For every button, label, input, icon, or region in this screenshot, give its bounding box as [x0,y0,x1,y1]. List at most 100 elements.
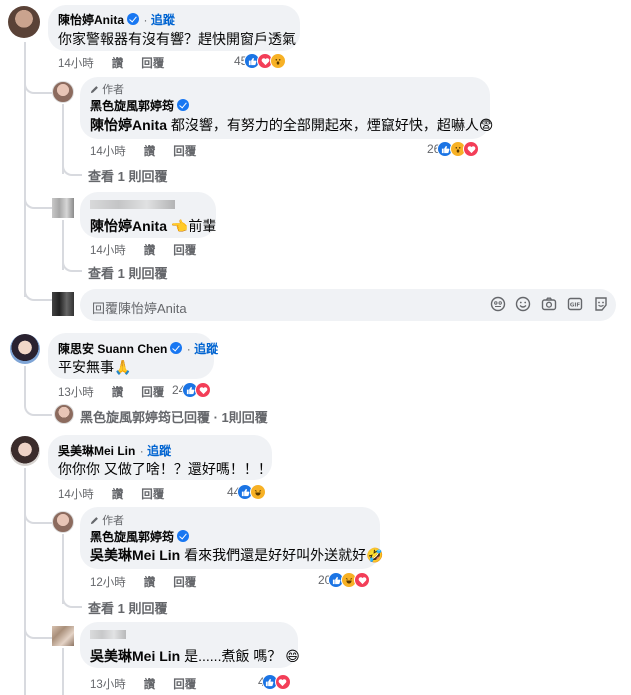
commenter-name[interactable]: 陳思安 Suann Chen [58,342,167,356]
author-badge: 作者 [90,81,124,97]
love-reaction-icon [274,674,291,690]
sticker-icon[interactable] [593,296,609,312]
avatar-blurred[interactable] [52,198,74,218]
composer-placeholder[interactable]: 回覆陳怡婷Anita [92,298,187,317]
thread-line [62,648,64,695]
reply-header: 黑色旋風郭婷筠 [90,528,190,546]
reply-button[interactable]: 回覆 [141,489,164,501]
avatar-author[interactable] [52,81,74,103]
replier-name[interactable]: 黑色旋風郭婷筠 [90,99,174,113]
emoji-icon[interactable] [515,296,531,312]
mention-link[interactable]: 陳怡婷Anita [90,117,167,133]
love-reaction-icon [195,382,212,398]
thread-connector [24,400,52,416]
comment-header: 陳怡婷Anita · 追蹤 [58,13,175,27]
follow-button[interactable]: 追蹤 [194,342,218,356]
like-button[interactable]: 讚 [144,245,156,257]
comment-header: 吳美琳Mei Lin · 追蹤 [58,444,172,458]
avatar-suann[interactable] [10,334,40,364]
blurred-name [90,200,175,209]
avatar-author[interactable] [54,404,74,424]
replied-summary-link[interactable]: 黑色旋風郭婷筠已回覆 · 1則回覆 [80,407,268,426]
comment-time[interactable]: 14小時 [58,58,94,70]
comment-text: 你你你 又做了啥！？還好嗎！！！ [58,461,272,477]
comment-meta: 13小時 讚 回覆 [58,384,182,400]
wow-reaction-icon [270,53,287,69]
avatar-anita[interactable] [8,6,40,38]
reply-button[interactable]: 回覆 [173,146,196,158]
avatar-blurred[interactable] [52,292,74,316]
thread-connector [24,500,52,524]
verified-icon [127,13,140,25]
reply-text: 陳怡婷Anita 👈前輩 [90,216,216,236]
author-badge-label: 作者 [102,515,125,527]
verified-icon [177,99,190,111]
love-reaction-icon [354,572,371,588]
reply-body: 是......煮飯 嗎？ 😄 [184,648,300,664]
like-button[interactable]: 讚 [144,679,156,691]
comment-time[interactable]: 14小時 [58,489,94,501]
follow-button[interactable]: 追蹤 [151,13,175,27]
author-badge-label: 作者 [102,84,125,96]
avatar-author[interactable] [52,511,74,533]
comment-meta: 14小時 讚 回覆 [58,486,182,502]
commenter-name[interactable]: 陳怡婷Anita [58,13,124,27]
pencil-icon [90,86,98,94]
reply-meta: 14小時 讚 回覆 [90,143,214,159]
avatar-blurred[interactable] [52,626,74,646]
reply-meta: 13小時 讚 回覆 [90,676,214,692]
reply-time[interactable]: 14小時 [90,146,126,158]
reply-button[interactable]: 回覆 [173,245,196,257]
reply-button[interactable]: 回覆 [173,679,196,691]
pencil-icon [90,517,98,525]
verified-icon [177,530,190,542]
reply-meta: 12小時 讚 回覆 [90,574,214,590]
avatar-sticker-icon[interactable] [490,296,506,312]
view-replies-link[interactable]: 查看 1 則回覆 [88,263,167,282]
like-button[interactable]: 讚 [144,577,156,589]
gif-icon[interactable]: GIF [567,296,583,312]
reply-button[interactable]: 回覆 [141,58,164,70]
commenter-name[interactable]: 吳美琳Mei Lin [58,444,135,458]
thread-connector [24,70,52,94]
reply-header: 黑色旋風郭婷筠 [90,97,190,115]
reply-button[interactable]: 回覆 [173,577,196,589]
comment-text: 你家警報器有沒有響？趕快開窗戶透氣 [58,31,296,47]
camera-icon[interactable] [541,296,557,312]
mention-link[interactable]: 吳美琳Mei Lin [90,648,180,664]
replier-name[interactable]: 黑色旋風郭婷筠 [90,530,174,544]
mention-link[interactable]: 陳怡婷Anita [90,218,167,234]
like-button[interactable]: 讚 [112,387,124,399]
like-button[interactable]: 讚 [144,146,156,158]
mention-link[interactable]: 吳美琳Mei Lin [90,547,180,563]
haha-reaction-icon [250,484,267,500]
reply-time[interactable]: 13小時 [90,679,126,691]
thread-connector [24,285,52,301]
reply-button[interactable]: 回覆 [141,387,164,399]
thread-connector [62,590,82,608]
thread-connector [62,256,82,272]
view-replies-link[interactable]: 查看 1 則回覆 [88,598,167,617]
comment-time[interactable]: 13小時 [58,387,94,399]
reaction-summary[interactable]: 45 [234,53,287,69]
reply-body: 👈前輩 [170,218,217,234]
reaction-summary[interactable]: 24 [172,382,212,398]
avatar-meilin[interactable] [10,436,40,466]
verified-icon [170,342,183,354]
reaction-summary[interactable]: 26 [427,141,480,157]
reaction-summary[interactable]: 20 [318,572,371,588]
reaction-summary[interactable]: 4 [258,674,291,690]
comment-text: 平安無事🙏 [58,359,132,375]
follow-button[interactable]: 追蹤 [147,444,171,458]
reply-body: 看來我們還是好好叫外送就好🤣 [184,547,384,563]
reaction-summary[interactable]: 44 [227,484,267,500]
like-button[interactable]: 讚 [112,489,124,501]
reply-time[interactable]: 12小時 [90,577,126,589]
like-button[interactable]: 讚 [112,58,124,70]
view-replies-link[interactable]: 查看 1 則回覆 [88,166,167,185]
blurred-name [90,630,126,639]
reply-text: 吳美琳Mei Lin 看來我們還是好好叫外送就好🤣 [90,545,384,565]
reply-meta: 14小時 讚 回覆 [90,242,214,258]
reply-time[interactable]: 14小時 [90,245,126,257]
author-badge: 作者 [90,512,124,528]
